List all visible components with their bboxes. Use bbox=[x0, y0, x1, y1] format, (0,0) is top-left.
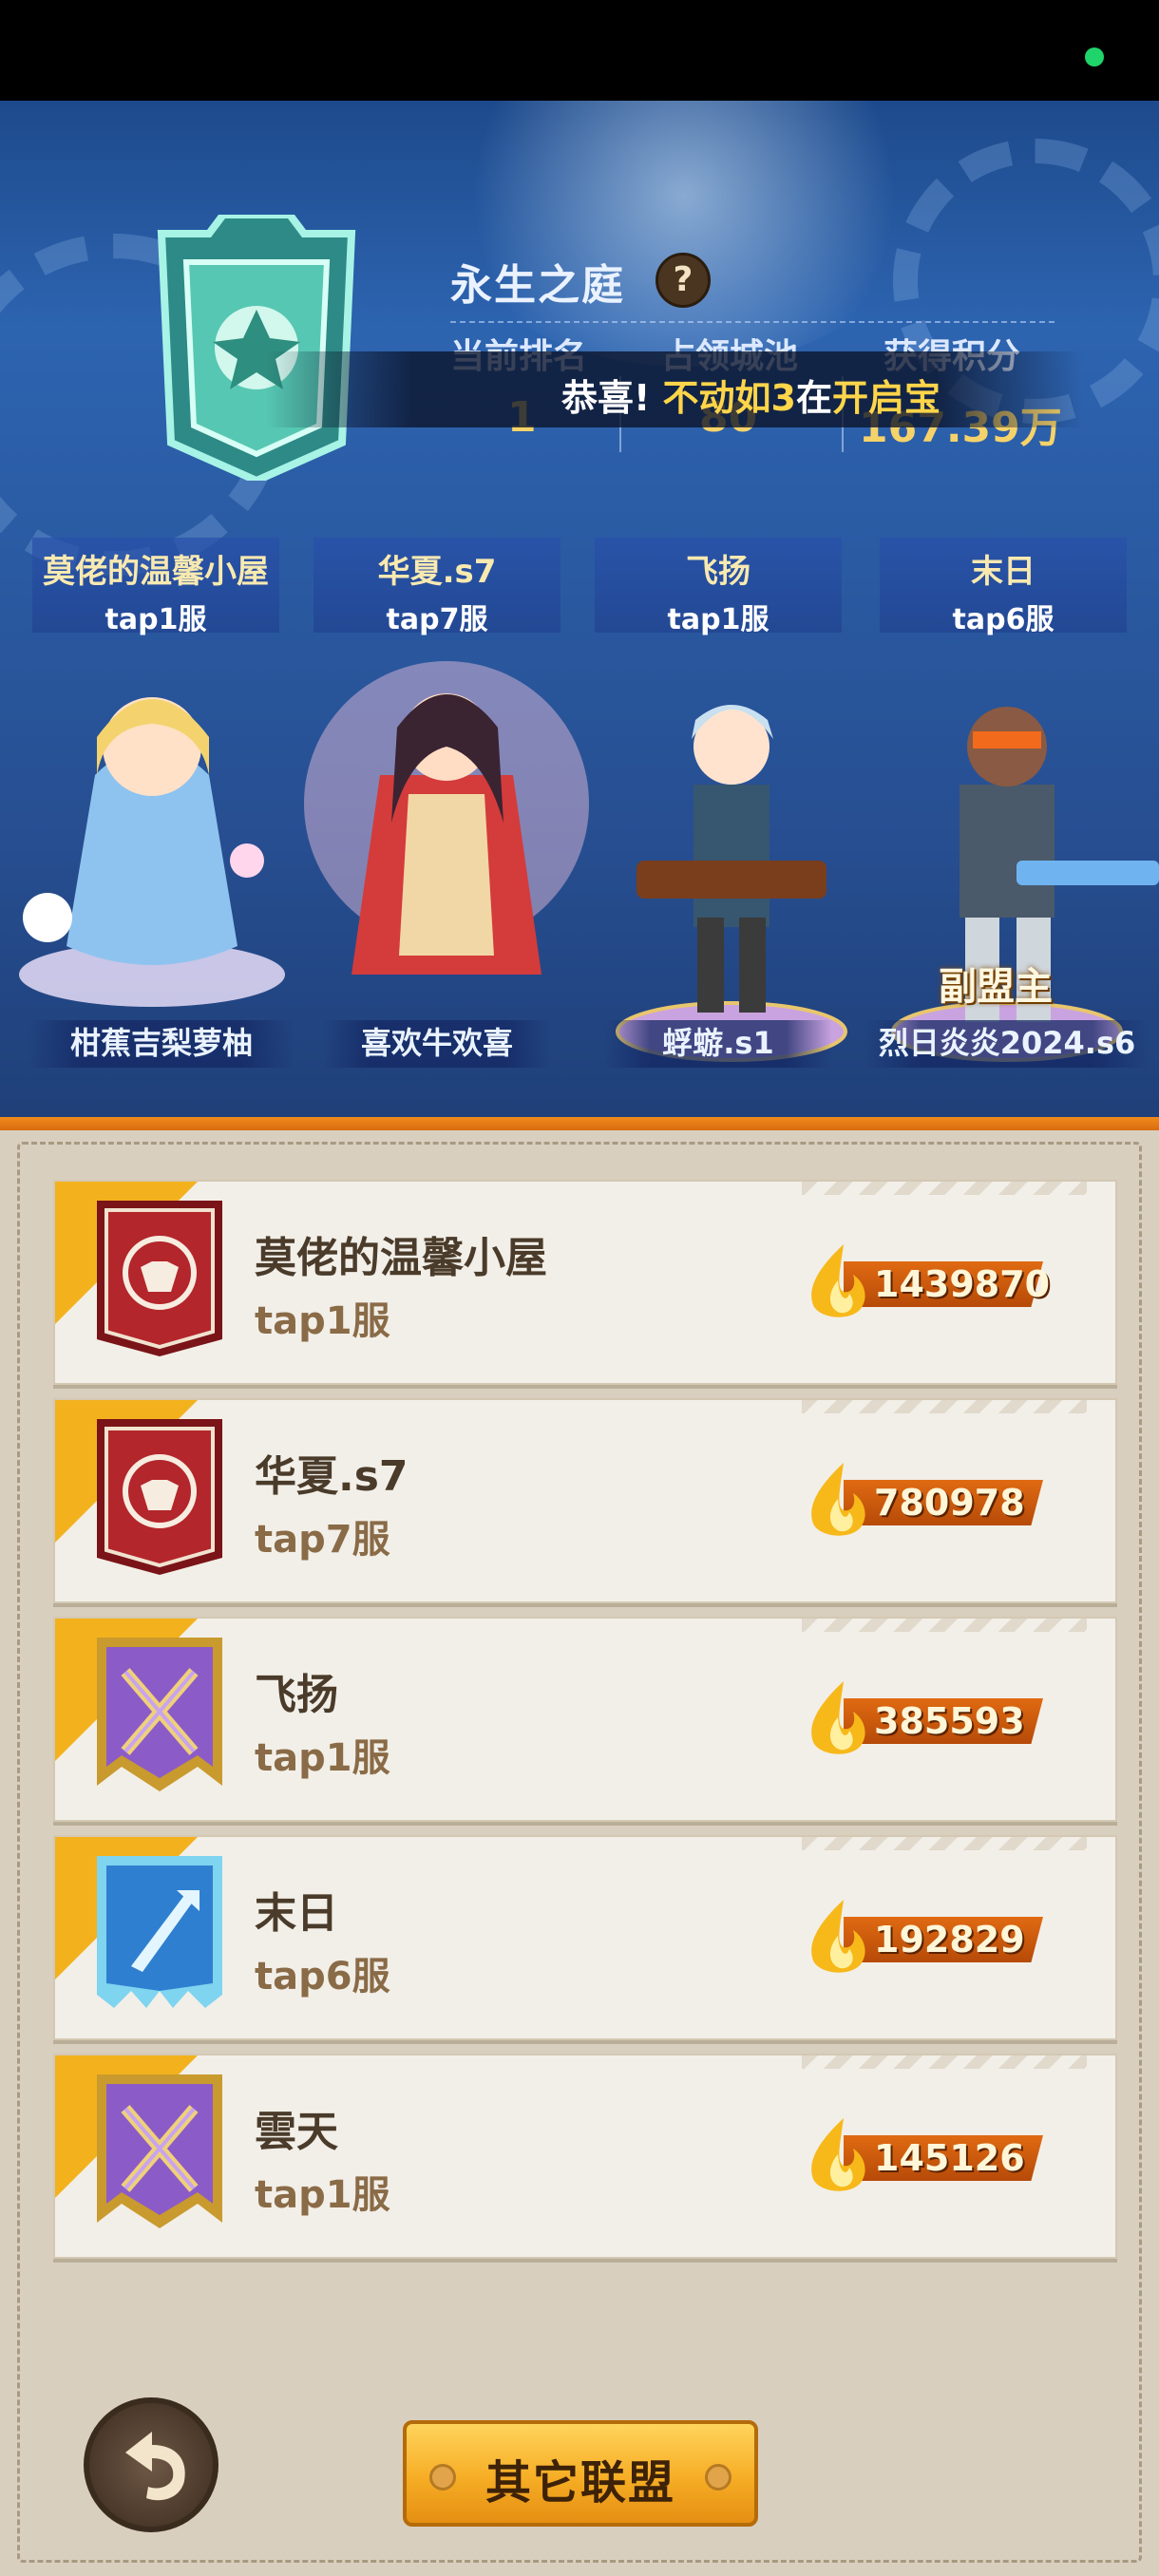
hero-player-name: 柑蕉吉梨萝柚 bbox=[28, 1020, 294, 1068]
title-divider bbox=[450, 321, 1054, 323]
flame-icon bbox=[811, 2118, 865, 2191]
alliance-name: 莫佬的温馨小屋 bbox=[255, 1234, 547, 1282]
flame-icon bbox=[811, 1244, 865, 1317]
flame-icon bbox=[811, 1900, 865, 1973]
ranking-row-4[interactable]: 末日 tap6服 192829 bbox=[53, 1835, 1117, 2040]
domain-title: 永生之庭 bbox=[450, 261, 625, 310]
announcement-action: 开启宝 bbox=[831, 377, 940, 419]
announcement-mid: 在 bbox=[795, 377, 832, 419]
score-value: 385593 bbox=[874, 1700, 1025, 1742]
hero-figure-1[interactable] bbox=[10, 633, 285, 1013]
hero-player-name: 蜉蝣.s1 bbox=[604, 1020, 832, 1068]
score-badge: 385593 bbox=[806, 1681, 1053, 1754]
score-value: 145126 bbox=[874, 2137, 1025, 2179]
help-button[interactable]: ? bbox=[656, 253, 711, 308]
other-alliances-button[interactable]: 其它联盟 bbox=[403, 2420, 758, 2527]
score-value: 780978 bbox=[874, 1482, 1025, 1524]
alliance-server: tap7服 bbox=[255, 1518, 390, 1562]
crossed-guns-banner-icon bbox=[97, 2074, 222, 2228]
announcement-player: 不动如3 bbox=[662, 377, 796, 419]
alliance-server: tap1服 bbox=[255, 1299, 390, 1343]
alliance-server: tap6服 bbox=[255, 1955, 390, 1998]
light-haze bbox=[437, 101, 931, 367]
score-badge: 1439870 bbox=[806, 1244, 1053, 1317]
alliance-name: 雲天 bbox=[255, 2108, 338, 2156]
alliance-tab-name: 末日 bbox=[971, 553, 1036, 591]
alliance-tab-name: 华夏.s7 bbox=[377, 553, 497, 591]
alliance-tab-3[interactable]: 飞扬 tap1服 bbox=[595, 538, 842, 636]
ranking-row-1[interactable]: 莫佬的温馨小屋 tap1服 1439870 bbox=[53, 1180, 1117, 1385]
score-badge: 192829 bbox=[806, 1900, 1053, 1973]
alliance-name: 飞扬 bbox=[255, 1671, 338, 1719]
status-indicator-dot bbox=[1085, 47, 1104, 66]
status-bar bbox=[0, 0, 1159, 101]
bolt-icon bbox=[705, 2464, 732, 2491]
section-divider bbox=[0, 1117, 1159, 1130]
alliance-server: tap1服 bbox=[255, 2173, 390, 2217]
row-stripes bbox=[802, 1619, 1087, 1632]
score-value: 192829 bbox=[874, 1919, 1025, 1960]
alliance-tab-name: 飞扬 bbox=[686, 553, 750, 591]
crossed-guns-banner-icon bbox=[97, 1638, 222, 1791]
score-badge: 145126 bbox=[806, 2118, 1053, 2191]
alliance-tab-server: tap1服 bbox=[104, 603, 207, 636]
flame-icon bbox=[811, 1681, 865, 1754]
ranking-row-5[interactable]: 雲天 tap1服 145126 bbox=[53, 2054, 1117, 2259]
row-stripes bbox=[802, 1400, 1087, 1413]
role-tag-vice-leader: 副盟主 bbox=[939, 965, 1053, 1009]
alliance-tab-4[interactable]: 末日 tap6服 bbox=[880, 538, 1127, 636]
domain-header-scene: 永生之庭 ? 当前排名 占领城池 获得积分 1 80 167.39万 恭喜! 不… bbox=[0, 101, 1159, 1130]
alliance-tab-name: 莫佬的温馨小屋 bbox=[43, 553, 269, 591]
score-badge: 780978 bbox=[806, 1463, 1053, 1536]
lion-banner-icon bbox=[97, 1201, 222, 1356]
hero-player-name: 喜欢牛欢喜 bbox=[323, 1020, 551, 1068]
other-alliances-label: 其它联盟 bbox=[484, 2456, 675, 2510]
blade-banner-icon bbox=[97, 1856, 222, 2008]
alliance-name: 华夏.s7 bbox=[255, 1452, 408, 1501]
ranking-row-3[interactable]: 飞扬 tap1服 385593 bbox=[53, 1617, 1117, 1822]
undo-arrow-icon bbox=[125, 2432, 185, 2501]
announcement-banner: 恭喜! 不动如3在开启宝 bbox=[266, 351, 1083, 427]
announcement-prefix: 恭喜! bbox=[560, 377, 651, 419]
row-stripes bbox=[802, 1182, 1087, 1195]
alliance-tab-server: tap6服 bbox=[952, 603, 1054, 636]
alliance-tab-server: tap1服 bbox=[667, 603, 770, 636]
back-button[interactable] bbox=[84, 2397, 218, 2532]
alliance-name: 末日 bbox=[255, 1889, 338, 1938]
hero-figure-2[interactable] bbox=[304, 614, 589, 1013]
lion-banner-icon bbox=[97, 1419, 222, 1575]
alliance-server: tap1服 bbox=[255, 1736, 390, 1780]
hero-figure-3[interactable] bbox=[598, 633, 864, 1070]
hero-player-name: 烈日炎炎2024.s6 bbox=[864, 1020, 1150, 1068]
domain-emblem-icon bbox=[157, 215, 356, 481]
alliance-tab-1[interactable]: 莫佬的温馨小屋 tap1服 bbox=[32, 538, 279, 636]
ranking-row-2[interactable]: 华夏.s7 tap7服 780978 bbox=[53, 1398, 1117, 1603]
row-stripes bbox=[802, 2055, 1087, 2069]
row-stripes bbox=[802, 1837, 1087, 1850]
score-value: 1439870 bbox=[874, 1263, 1051, 1305]
flame-icon bbox=[811, 1463, 865, 1536]
